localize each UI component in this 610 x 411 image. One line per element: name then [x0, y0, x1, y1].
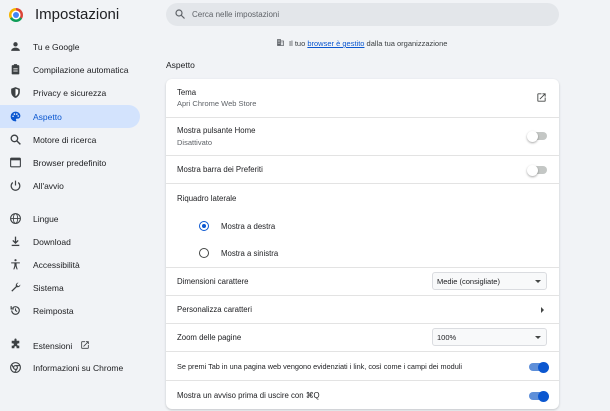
sidebar-item-languages[interactable]: Lingue: [0, 207, 140, 230]
shield-icon: [11, 87, 20, 98]
theme-label: Tema: [177, 88, 197, 97]
sidebar-item-default-browser[interactable]: Browser predefinito: [0, 151, 140, 174]
sidebar-item-label: Accessibilità: [33, 260, 80, 270]
home-button-status: Disattivato: [177, 138, 213, 147]
warn-before-quit-row: Mostra un avviso prima di uscire con ⌘Q: [166, 380, 559, 409]
palette-icon: [10, 111, 21, 122]
side-panel-row: Riquadro laterale Mostra a destra Mostra…: [166, 183, 559, 267]
globe-icon: [10, 213, 21, 224]
home-button-toggle[interactable]: [527, 130, 547, 142]
sidebar-item-search-engine[interactable]: Motore di ricerca: [0, 128, 140, 151]
open-in-new-icon[interactable]: [536, 92, 547, 103]
sidebar-item-about-chrome[interactable]: Informazioni su Chrome: [0, 356, 140, 379]
chevron-right-icon: [541, 307, 544, 313]
managed-browser-link[interactable]: browser è gestito: [307, 39, 364, 48]
chevron-down-icon: [535, 280, 541, 283]
font-size-value: Medie (consigliate): [437, 277, 500, 286]
bookmarks-bar-label: Mostra barra dei Preferiti: [177, 165, 263, 174]
side-panel-left-radio[interactable]: [199, 248, 209, 258]
sidebar-item-label: Browser predefinito: [33, 158, 107, 168]
chrome-logo-icon: [9, 8, 23, 22]
sidebar-item-accessibility[interactable]: Accessibilità: [0, 253, 140, 276]
restore-icon: [10, 306, 20, 315]
bookmarks-bar-row: Mostra barra dei Preferiti: [166, 155, 559, 183]
header: Impostazioni: [0, 0, 610, 30]
customize-fonts-row[interactable]: Personalizza caratteri: [166, 295, 559, 323]
search-bar[interactable]: [166, 3, 559, 26]
warn-before-quit-label: Mostra un avviso prima di uscire con ⌘Q: [177, 391, 320, 400]
sidebar-item-label: All'avvio: [33, 181, 64, 191]
sidebar-item-label: Tu e Google: [33, 42, 80, 52]
sidebar-item-privacy[interactable]: Privacy e sicurezza: [0, 81, 140, 104]
clipboard-icon: [11, 64, 20, 75]
sidebar-item-system[interactable]: Sistema: [0, 276, 140, 299]
sidebar-item-label: Informazioni su Chrome: [33, 363, 124, 373]
page-zoom-select[interactable]: 100%: [432, 328, 547, 346]
sidebar-item-downloads[interactable]: Download: [0, 230, 140, 253]
bookmarks-bar-toggle[interactable]: [527, 164, 547, 176]
sidebar-item-reset[interactable]: Reimposta: [0, 299, 140, 322]
sidebar-item-label: Privacy e sicurezza: [33, 88, 107, 98]
person-icon: [11, 42, 20, 51]
side-panel-right-radio[interactable]: [199, 221, 209, 231]
theme-row[interactable]: Tema Apri Chrome Web Store: [166, 79, 559, 117]
section-title: Aspetto: [166, 60, 195, 70]
download-icon: [11, 236, 20, 247]
building-icon: [277, 39, 284, 46]
warn-before-quit-toggle[interactable]: [529, 390, 549, 402]
chevron-down-icon: [535, 336, 541, 339]
sidebar-item-extensions[interactable]: Estensioni: [0, 333, 140, 356]
side-panel-left-label[interactable]: Mostra a sinistra: [221, 249, 278, 258]
page-title: Impostazioni: [35, 6, 120, 23]
customize-fonts-label: Personalizza caratteri: [177, 305, 252, 314]
font-size-select[interactable]: Medie (consigliate): [432, 272, 547, 290]
search-icon: [10, 134, 21, 145]
sidebar-item-label: Compilazione automatica: [33, 65, 129, 75]
font-size-label: Dimensioni carattere: [177, 277, 249, 286]
sidebar-item-you-and-google[interactable]: Tu e Google: [0, 35, 140, 58]
wrench-icon: [11, 282, 21, 292]
sidebar-item-label: Aspetto: [33, 112, 62, 122]
open-in-new-icon: [81, 341, 89, 349]
sidebar-item-label: Estensioni: [33, 340, 90, 351]
accessibility-icon: [11, 259, 20, 270]
search-icon: [175, 9, 185, 19]
sidebar-item-appearance[interactable]: Aspetto: [0, 105, 140, 128]
sidebar-item-on-startup[interactable]: All'avvio: [0, 174, 140, 197]
appearance-card: Tema Apri Chrome Web Store Mostra pulsan…: [166, 79, 559, 409]
puzzle-icon: [11, 338, 20, 349]
search-input[interactable]: [192, 6, 542, 23]
side-panel-right-label[interactable]: Mostra a destra: [221, 222, 275, 231]
chrome-icon: [10, 362, 21, 373]
managed-notice-prefix: Il tuo: [289, 39, 308, 48]
power-icon: [10, 180, 21, 191]
sidebar-item-label: Sistema: [33, 283, 64, 293]
sidebar-item-label: Motore di ricerca: [33, 135, 97, 145]
browser-icon: [10, 157, 21, 168]
tab-highlight-label: Se premi Tab in una pagina web vengono e…: [177, 362, 463, 371]
home-button-row: Mostra pulsante Home Disattivato: [166, 117, 559, 155]
side-panel-label: Riquadro laterale: [177, 194, 237, 203]
managed-notice: Il tuo browser è gestito dalla tua organ…: [276, 38, 447, 48]
sidebar-item-label: Reimposta: [33, 306, 74, 316]
sidebar-item-label: Download: [33, 237, 71, 247]
sidebar-item-label: Lingue: [33, 214, 59, 224]
page-zoom-label: Zoom delle pagine: [177, 333, 242, 342]
managed-notice-suffix: dalla tua organizzazione: [364, 39, 448, 48]
tab-highlight-row: Se premi Tab in una pagina web vengono e…: [166, 351, 559, 380]
home-button-label: Mostra pulsante Home: [177, 126, 256, 135]
tab-highlight-toggle[interactable]: [529, 361, 549, 373]
theme-sub: Apri Chrome Web Store: [177, 99, 257, 108]
page-zoom-value: 100%: [437, 333, 457, 342]
font-size-row: Dimensioni carattere Medie (consigliate): [166, 267, 559, 295]
sidebar-item-autofill[interactable]: Compilazione automatica: [0, 58, 140, 81]
page-zoom-row: Zoom delle pagine 100%: [166, 323, 559, 351]
